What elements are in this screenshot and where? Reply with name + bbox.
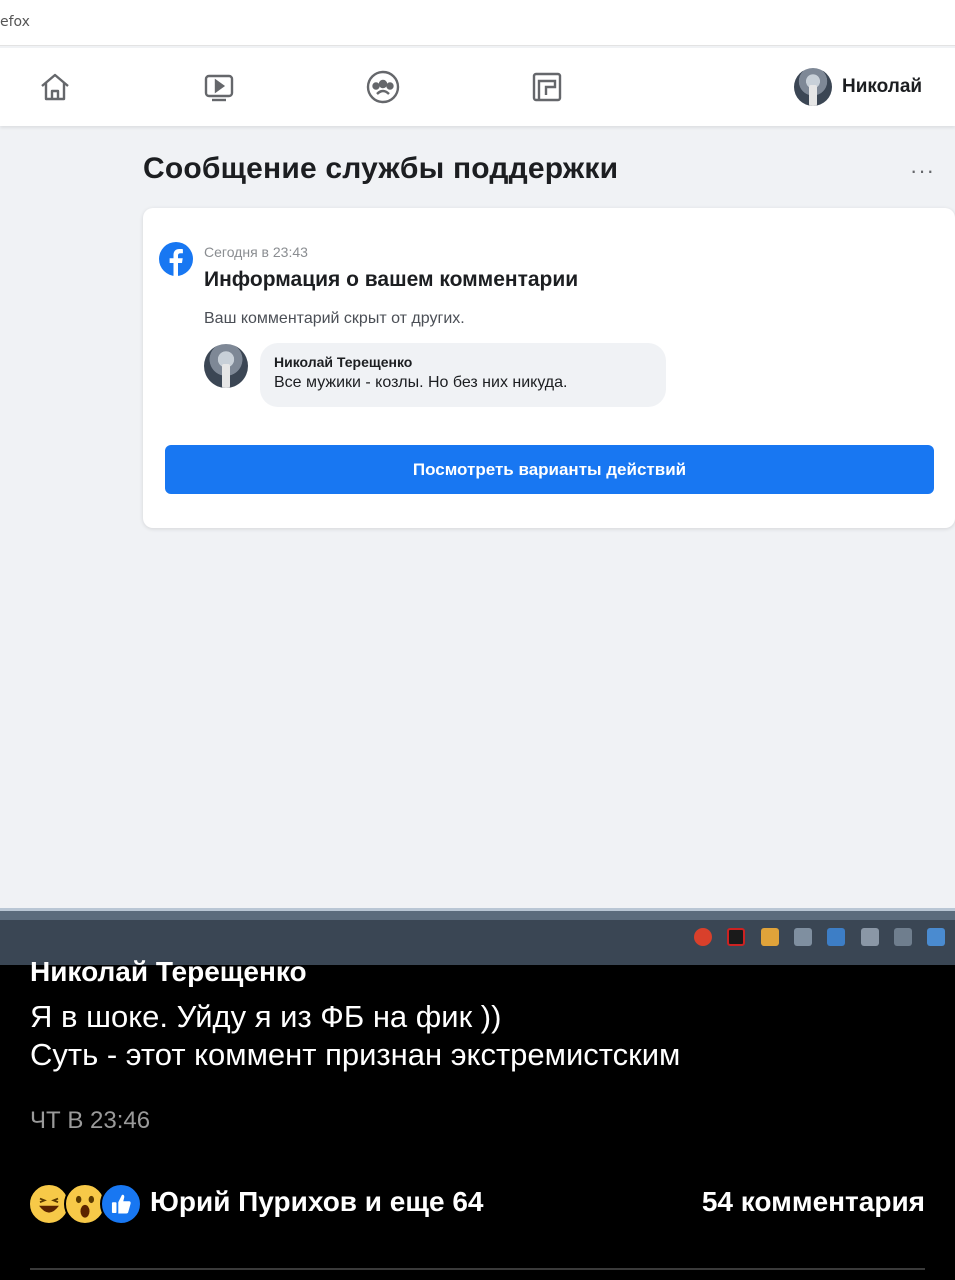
reactions-summary[interactable]	[28, 1183, 142, 1225]
tray-app-icon-3[interactable]	[894, 928, 912, 946]
browser-titlebar: efox	[0, 0, 955, 46]
message-title: Информация о вашем комментарии	[204, 268, 579, 291]
message-timestamp: Сегодня в 23:43	[204, 244, 308, 260]
profile-button[interactable]: Николай	[794, 68, 922, 106]
post-author[interactable]: Николай Терещенко	[30, 956, 307, 988]
tray-app-icon[interactable]	[761, 928, 779, 946]
comment-author: Николай Терещенко	[274, 354, 413, 370]
notifications-icon[interactable]	[927, 928, 945, 946]
network-icon[interactable]	[827, 928, 845, 946]
volume-icon[interactable]	[861, 928, 879, 946]
message-text: Ваш комментарий скрыт от других.	[204, 310, 465, 327]
more-options-icon[interactable]: ···	[910, 158, 935, 184]
gaming-icon[interactable]	[528, 68, 566, 106]
post-text-line-1: Я в шоке. Уйду я из ФБ на фик ))	[30, 999, 502, 1034]
comment-bubble: Николай Терещенко Все мужики - козлы. Но…	[260, 343, 666, 407]
reactors-text[interactable]: Юрий Пурихов и еще 64	[150, 1186, 483, 1218]
browser-title: efox	[0, 14, 30, 30]
post-text-line-2: Суть - этот коммент признан экстремистск…	[30, 1037, 681, 1072]
home-icon[interactable]	[36, 68, 74, 106]
view-options-button[interactable]: Посмотреть варианты действий	[165, 445, 934, 494]
profile-avatar	[794, 68, 832, 106]
watch-icon[interactable]	[200, 68, 238, 106]
divider	[30, 1268, 925, 1270]
comments-count[interactable]: 54 комментария	[702, 1186, 925, 1218]
profile-name: Николай	[842, 76, 923, 97]
facebook-navbar: Николай	[0, 48, 955, 126]
photographed-screen: efox Николай Сообщение службы поддержки …	[0, 0, 955, 965]
comment-author-avatar	[204, 344, 248, 388]
tray-app-icon-2[interactable]	[794, 928, 812, 946]
page-title: Сообщение службы поддержки	[143, 152, 619, 185]
post-timestamp: ЧТ В 23:46	[30, 1107, 151, 1134]
pdf-icon[interactable]	[727, 928, 745, 946]
opera-icon[interactable]	[694, 928, 712, 946]
support-message-card: Сегодня в 23:43 Информация о вашем комме…	[143, 208, 955, 528]
facebook-logo-icon	[159, 242, 193, 276]
groups-icon[interactable]	[364, 68, 402, 106]
comment-text: Все мужики - козлы. Но без них никуда.	[274, 374, 568, 391]
like-reaction-icon	[100, 1183, 142, 1225]
